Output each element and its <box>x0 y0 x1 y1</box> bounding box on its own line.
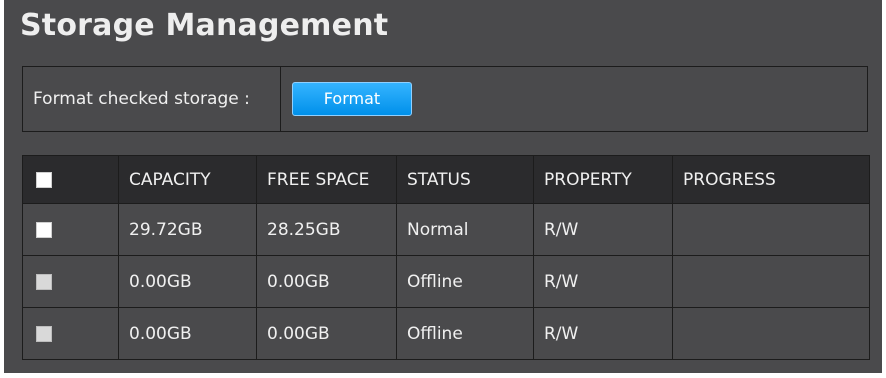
format-label-cell: Format checked storage : <box>23 67 281 131</box>
progress-cell <box>672 203 870 256</box>
capacity-cell: 29.72GB <box>118 203 257 256</box>
table-header-row: CAPACITY FREE SPACE STATUS PROPERTY PROG… <box>22 155 870 204</box>
table-row: 29.72GB 28.25GB Normal R/W <box>22 203 870 256</box>
select-all-checkbox[interactable] <box>36 171 52 188</box>
free-space-cell: 0.00GB <box>256 307 397 360</box>
format-label: Format checked storage : <box>33 89 250 109</box>
row-checkbox[interactable] <box>36 221 52 238</box>
status-cell: Offline <box>396 255 534 308</box>
capacity-cell: 0.00GB <box>118 255 257 308</box>
table-row: 0.00GB 0.00GB Offline R/W <box>22 307 870 360</box>
column-header-property: PROPERTY <box>533 155 673 204</box>
property-cell: R/W <box>533 203 673 256</box>
property-cell: R/W <box>533 307 673 360</box>
select-all-cell <box>22 155 119 204</box>
page-title: Storage Management <box>20 8 389 43</box>
column-header-capacity: CAPACITY <box>118 155 257 204</box>
format-button[interactable]: Format <box>292 82 412 116</box>
table-row: 0.00GB 0.00GB Offline R/W <box>22 255 870 308</box>
status-cell: Offline <box>396 307 534 360</box>
free-space-cell: 0.00GB <box>256 255 397 308</box>
progress-cell <box>672 307 870 360</box>
row-checkbox <box>36 273 52 290</box>
row-select-cell <box>22 203 119 256</box>
capacity-cell: 0.00GB <box>118 307 257 360</box>
free-space-cell: 28.25GB <box>256 203 397 256</box>
progress-cell <box>672 255 870 308</box>
property-cell: R/W <box>533 255 673 308</box>
row-select-cell <box>22 255 119 308</box>
column-header-free-space: FREE SPACE <box>256 155 397 204</box>
format-row: Format checked storage : Format <box>22 66 868 132</box>
row-checkbox <box>36 325 52 342</box>
status-cell: Normal <box>396 203 534 256</box>
row-select-cell <box>22 307 119 360</box>
column-header-progress: PROGRESS <box>672 155 870 204</box>
storage-table: CAPACITY FREE SPACE STATUS PROPERTY PROG… <box>22 155 870 360</box>
column-header-status: STATUS <box>396 155 534 204</box>
storage-management-panel: Storage Management Format checked storag… <box>4 0 882 373</box>
